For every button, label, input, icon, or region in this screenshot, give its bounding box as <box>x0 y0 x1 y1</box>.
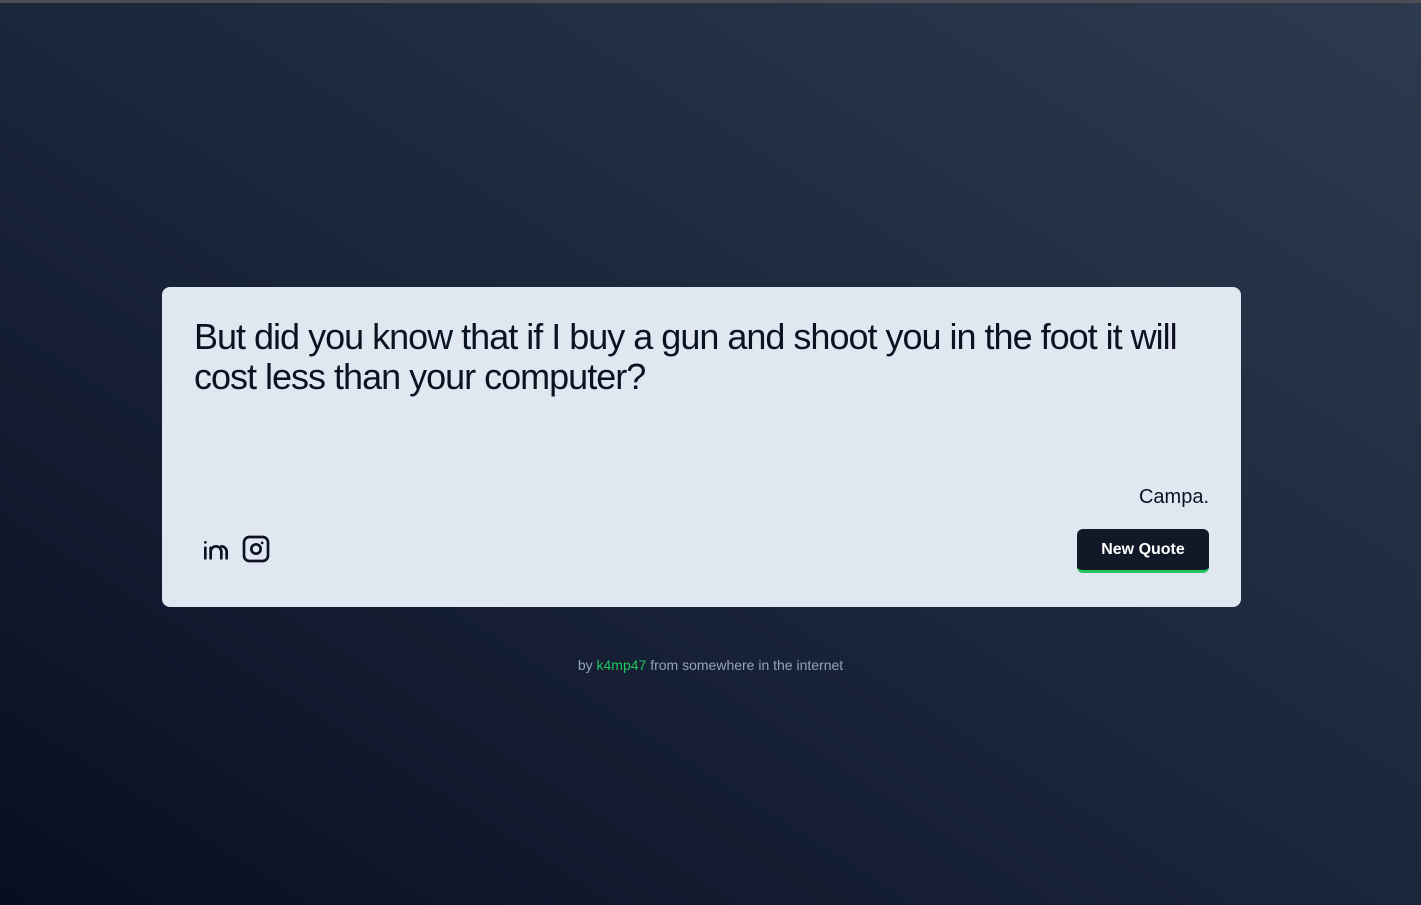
linkedin-share-link[interactable] <box>200 533 232 565</box>
footer: by k4mp47 from somewhere in the internet <box>0 656 1421 674</box>
new-quote-button[interactable]: New Quote <box>1077 529 1209 573</box>
social-links <box>200 533 272 565</box>
window-top-border <box>0 0 1421 3</box>
footer-suffix: from somewhere in the internet <box>650 657 844 673</box>
instagram-share-link[interactable] <box>240 533 272 565</box>
quote-author: Campa. <box>1138 486 1209 508</box>
footer-author-link[interactable]: k4mp47 <box>597 657 647 673</box>
instagram-icon <box>242 535 270 563</box>
quote-text: But did you know that if I buy a gun and… <box>194 316 1178 397</box>
footer-prefix: by <box>577 657 593 673</box>
linkedin-icon <box>204 541 228 560</box>
quote-card: But did you know that if I buy a gun and… <box>162 287 1241 607</box>
